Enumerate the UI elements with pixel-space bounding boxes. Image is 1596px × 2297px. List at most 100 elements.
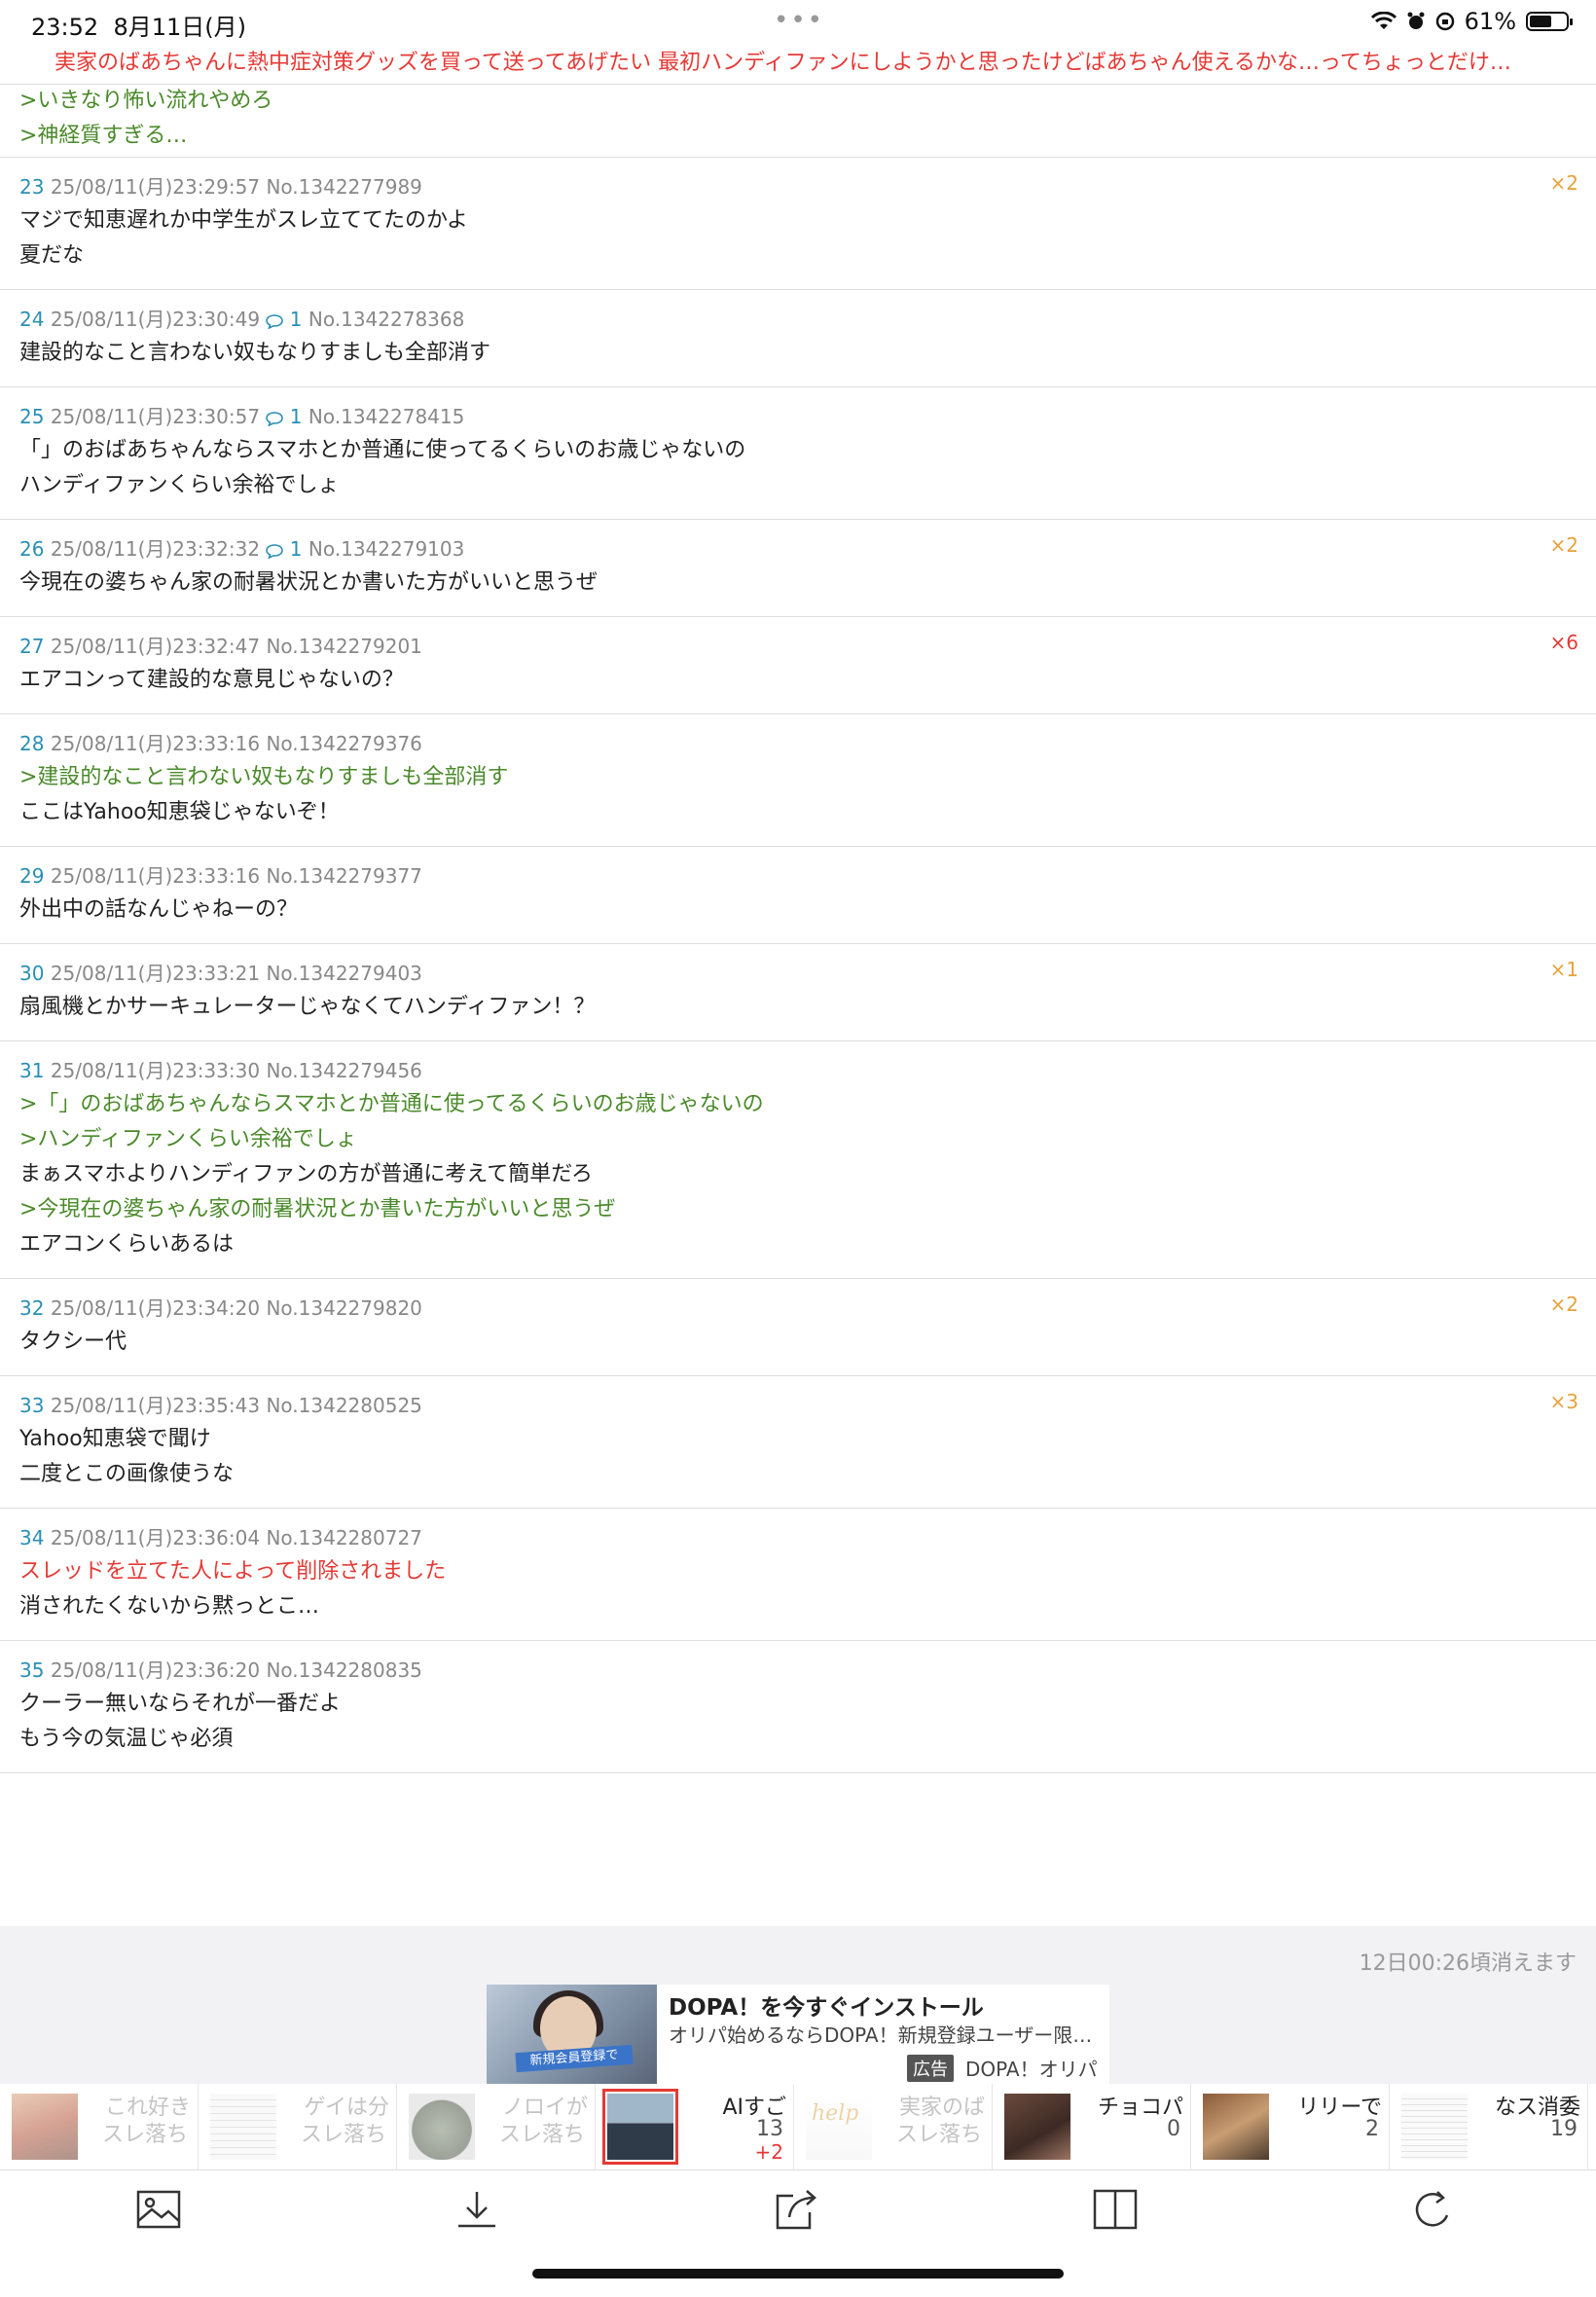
reload-button[interactable] [1404,2180,1463,2239]
reaction-count-badge[interactable]: ×3 [1550,1390,1578,1413]
post-id[interactable]: No.1342280727 [266,1526,421,1550]
thread-title[interactable]: 実家のばあちゃんに熱中症対策グッズを買って送ってあげたい 最初ハンディファンにし… [54,45,1543,76]
post-number[interactable]: 25 [19,405,44,428]
post-id[interactable]: No.1342277989 [266,175,421,199]
post[interactable]: 23 25/08/11(月)23:29:57 No.1342277989 マジで知… [0,158,1596,290]
post-header: 32 25/08/11(月)23:34:20 No.1342279820 [19,1293,1577,1321]
post-id[interactable]: No.1342279820 [266,1296,421,1320]
ad-banner[interactable]: 新規会員登録で DOPA！を今すぐインストール オリパ始めるならDOPA！新規登… [487,1985,1109,2084]
reply-count[interactable]: 1 [290,405,303,428]
post-body: Yahoo知恵袋で聞け 二度とこの画像使うな [19,1422,1577,1492]
multitask-dots[interactable]: ••• [774,6,824,35]
quote-line[interactable]: >ハンディファンくらい余裕でしょ [19,1122,1577,1157]
post-number[interactable]: 28 [19,732,44,755]
post-number[interactable]: 23 [19,175,44,199]
thread-title-bar[interactable]: 実家のばあちゃんに熱中症対策グッズを買って送ってあげたい 最初ハンディファンにし… [0,43,1596,85]
body-line: Yahoo知恵袋で聞け [19,1427,211,1451]
post-number[interactable]: 34 [19,1526,44,1550]
post-partial[interactable]: >どういう事なの>いきなり怖い流れやめろ>神経質すぎる…真面目な質問してるのにふ… [0,84,1596,158]
quote-line[interactable]: >今現在の婆ちゃん家の耐暑状況とか書いた方がいいと思うぜ [19,1192,1577,1227]
post-number[interactable]: 35 [19,1659,44,1682]
share-button[interactable] [767,2180,825,2239]
thread-tab[interactable]: help 実家のば スレ落ち [794,2084,993,2169]
thread-tab[interactable]: チョコパ 0 [993,2084,1191,2169]
post-id[interactable]: No.1342279456 [266,1059,421,1082]
post-number[interactable]: 32 [19,1296,44,1320]
anime-girl-thumb[interactable] [12,2094,78,2160]
post-id[interactable]: No.1342279201 [266,635,421,658]
home-indicator[interactable] [532,2269,1064,2279]
character-thumb[interactable] [1203,2094,1269,2160]
post[interactable]: 29 25/08/11(月)23:33:16 No.1342279377 外出中の… [0,847,1596,944]
split-view-button[interactable] [1086,2180,1144,2239]
body-line: 二度とこの画像使うな [19,1462,235,1486]
post[interactable]: 26 25/08/11(月)23:32:32 1 No.1342279103 今現… [0,520,1596,617]
image-button[interactable] [129,2180,188,2239]
thread-footer: 12日00:26頃消えます 新規会員登録で DOPA！を今すぐインストール オリ… [0,1926,1596,2084]
reply-count[interactable]: 1 [290,537,303,561]
post-date: 25/08/11(月)23:32:47 [50,635,261,658]
post-number[interactable]: 27 [19,635,44,658]
post-number[interactable]: 31 [19,1059,44,1082]
post[interactable]: 31 25/08/11(月)23:33:30 No.1342279456 >「」の… [0,1041,1596,1279]
post[interactable]: 28 25/08/11(月)23:33:16 No.1342279376 >建設的… [0,714,1596,847]
download-button[interactable] [448,2180,506,2239]
photo-thumb[interactable] [1004,2094,1070,2160]
post[interactable]: 25 25/08/11(月)23:30:57 1 No.1342278415 「」… [0,387,1596,520]
reaction-count-badge[interactable]: ×1 [1550,958,1578,981]
reply-bubble-icon[interactable] [266,313,284,329]
post[interactable]: 34 25/08/11(月)23:36:04 No.1342280727 スレッド… [0,1509,1596,1641]
post-id[interactable]: No.1342279103 [308,537,464,561]
reaction-count-badge[interactable]: ×2 [1550,1293,1578,1316]
help-thumb[interactable]: help [806,2094,872,2160]
rotation-lock-icon [1435,12,1454,31]
post-body: スレッドを立てた人によって削除されました 消されたくないから黙っとこ… [19,1554,1577,1624]
quote-line[interactable]: >「」のおばあちゃんならスマホとか普通に使ってるくらいのお歳じゃないの [19,1087,1577,1122]
post[interactable]: 32 25/08/11(月)23:34:20 No.1342279820 タクシー… [0,1279,1596,1376]
reaction-count-badge[interactable]: ×6 [1550,631,1578,654]
post-id[interactable]: No.1342278415 [308,405,464,428]
post[interactable]: 35 25/08/11(月)23:36:20 No.1342280835 クーラー… [0,1641,1596,1773]
post-id[interactable]: No.1342279403 [266,962,421,985]
document-thumb[interactable] [210,2094,276,2160]
ad-advertiser[interactable]: DOPA！オリパ [965,2054,1098,2082]
reply-count[interactable]: 1 [290,308,303,331]
post[interactable]: 30 25/08/11(月)23:33:21 No.1342279403 扇風機と… [0,944,1596,1041]
quote-line[interactable]: >建設的なこと言わない奴もなりすましも全部消す [19,760,1577,795]
ad-description[interactable]: オリパ始めるならDOPA！新規登録ユーザー限… [669,2020,1097,2048]
body-line: 今現在の婆ちゃん家の耐暑状況とか書いた方がいいと思うぜ [19,570,598,595]
rock-thumb[interactable] [409,2094,475,2160]
ad-image-caption: 新規会員登録で [515,2044,634,2073]
post-id[interactable]: No.1342279376 [266,732,421,755]
post-id[interactable]: No.1342280525 [266,1394,421,1417]
post-header: 29 25/08/11(月)23:33:16 No.1342279377 [19,860,1577,889]
reaction-count-badge[interactable]: ×2 [1550,533,1578,557]
thread-tab[interactable]: ノロイが スレ落ち [397,2084,596,2169]
text-thumb[interactable] [1401,2094,1468,2160]
ad-title[interactable]: DOPA！を今すぐインストール [669,1988,984,2022]
post-number[interactable]: 30 [19,962,44,985]
ad-image[interactable]: 新規会員登録で [487,1985,657,2084]
thread-tab[interactable]: なス消委 19 [1390,2084,1588,2169]
post-id[interactable]: No.1342280835 [266,1659,421,1682]
post-number[interactable]: 29 [19,864,44,888]
thread-tab[interactable]: リリーで 2 [1191,2084,1390,2169]
post[interactable]: 27 25/08/11(月)23:32:47 No.1342279201 エアコン… [0,617,1596,714]
post-list[interactable]: >どういう事なの>いきなり怖い流れやめろ>神経質すぎる…真面目な質問してるのにふ… [0,84,1596,1773]
post-number[interactable]: 33 [19,1394,44,1417]
reply-bubble-icon[interactable] [266,543,284,559]
group-photo-thumb[interactable] [602,2089,678,2165]
post[interactable]: 33 25/08/11(月)23:35:43 No.1342280525 Yaho… [0,1376,1596,1509]
post-number[interactable]: 26 [19,537,44,561]
post-id[interactable]: No.1342278368 [308,308,464,331]
post[interactable]: 24 25/08/11(月)23:30:49 1 No.1342278368 建設… [0,290,1596,387]
post-date: 25/08/11(月)23:34:20 [50,1296,261,1320]
post-id[interactable]: No.1342279377 [266,864,421,888]
post-number[interactable]: 24 [19,308,44,331]
thread-tab[interactable]: AIすご 13 +2 [596,2084,794,2169]
reaction-count-badge[interactable]: ×2 [1550,171,1578,195]
thread-tab-bar[interactable]: これ好き スレ落ち ゲイは分 スレ落ち ノロイが スレ落ち AIすご 13 +2 help 実家のば… [0,2084,1596,2170]
reply-bubble-icon[interactable] [266,411,284,426]
thread-tab[interactable]: ゲイは分 スレ落ち [199,2084,397,2169]
thread-tab[interactable]: これ好き スレ落ち [0,2084,199,2169]
